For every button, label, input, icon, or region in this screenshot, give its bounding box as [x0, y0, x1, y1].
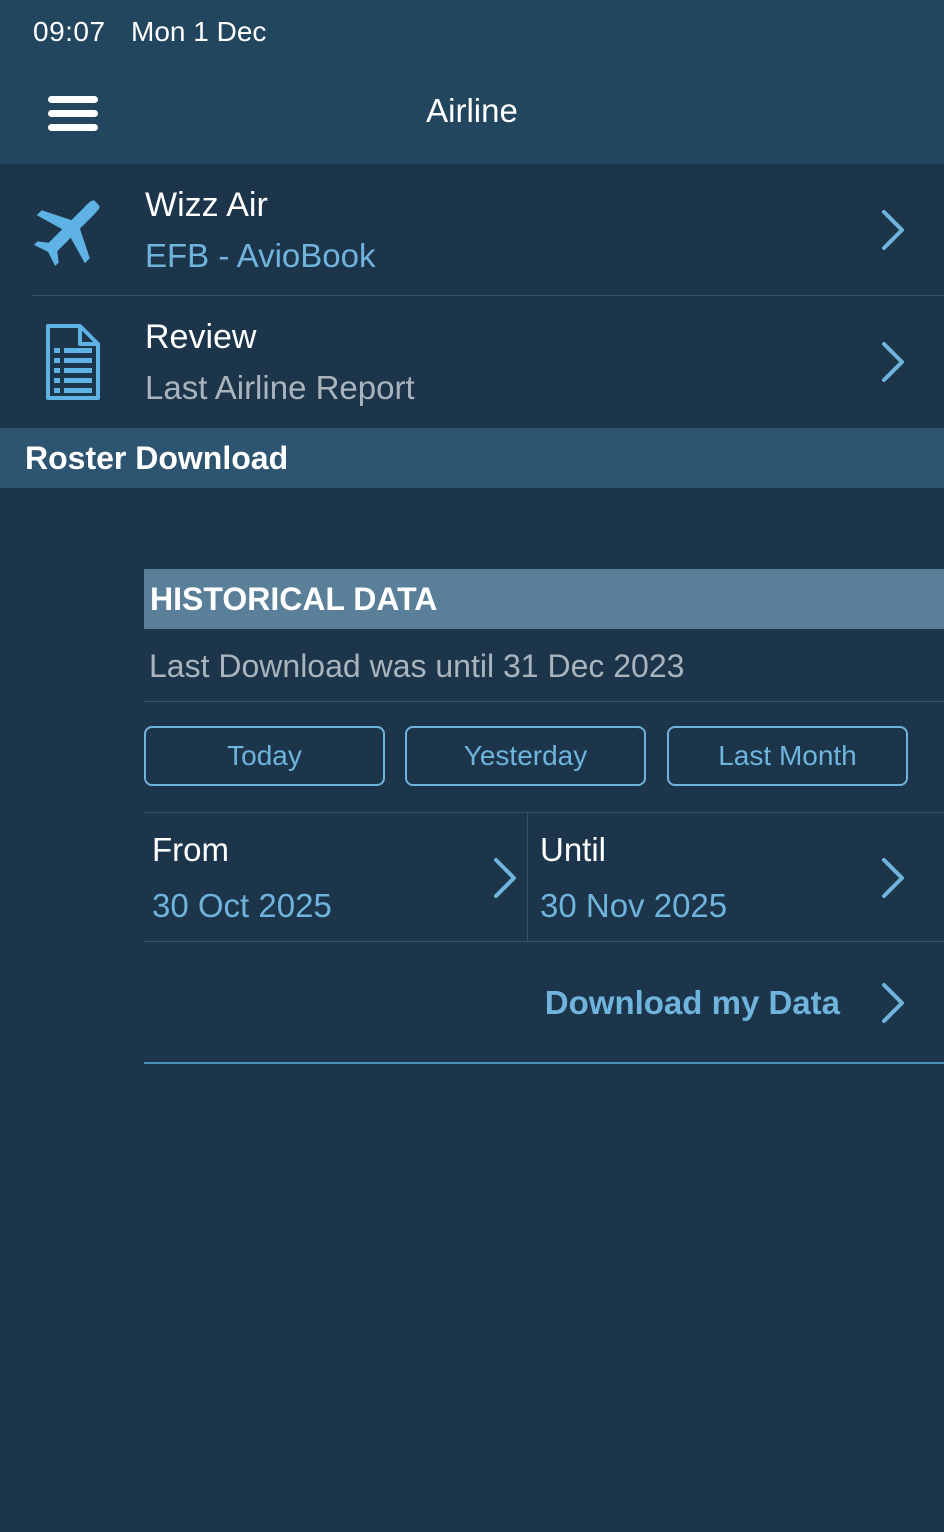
- review-subtitle: Last Airline Report: [145, 369, 415, 406]
- status-time: 09:07: [33, 16, 106, 47]
- until-label: Until: [540, 831, 607, 868]
- review-row[interactable]: Review Last Airline Report: [0, 296, 944, 428]
- chevron-right-icon[interactable]: [880, 982, 906, 1024]
- download-underline: [144, 1062, 944, 1064]
- review-title: Review: [145, 318, 257, 356]
- airline-efb-system: EFB - AvioBook: [145, 237, 376, 274]
- last-download-info: Last Download was until 31 Dec 2023: [149, 648, 685, 684]
- chevron-right-icon: [882, 858, 904, 898]
- row-divider: [144, 941, 944, 942]
- historical-data-title: HISTORICAL DATA: [150, 581, 438, 617]
- from-date-picker[interactable]: From 30 Oct 2025: [144, 813, 528, 941]
- yesterday-button[interactable]: Yesterday: [405, 726, 646, 786]
- from-date-value: 30 Oct 2025: [152, 887, 332, 924]
- page-title: Airline: [426, 92, 518, 129]
- last-month-button[interactable]: Last Month: [667, 726, 908, 786]
- airline-name: Wizz Air: [145, 186, 268, 224]
- status-date: Mon 1 Dec: [131, 16, 267, 47]
- navigation-header: 09:07 Mon 1 Dec Airline: [0, 0, 944, 164]
- until-date-picker[interactable]: Until 30 Nov 2025: [528, 813, 944, 941]
- chevron-right-icon: [494, 858, 516, 898]
- roster-download-header: Roster Download: [0, 428, 944, 488]
- document-icon: [46, 324, 100, 400]
- until-date-value: 30 Nov 2025: [540, 887, 728, 924]
- from-label: From: [152, 831, 229, 868]
- row-divider: [144, 701, 944, 702]
- historical-data-header: HISTORICAL DATA: [144, 569, 944, 629]
- chevron-right-icon: [882, 342, 904, 382]
- airplane-icon: [33, 200, 100, 267]
- today-button[interactable]: Today: [144, 726, 385, 786]
- section-title: Roster Download: [25, 440, 289, 476]
- download-my-data-button[interactable]: Download my Data: [400, 984, 840, 1022]
- airline-row[interactable]: Wizz Air EFB - AvioBook: [0, 164, 944, 296]
- chevron-right-icon: [882, 210, 904, 250]
